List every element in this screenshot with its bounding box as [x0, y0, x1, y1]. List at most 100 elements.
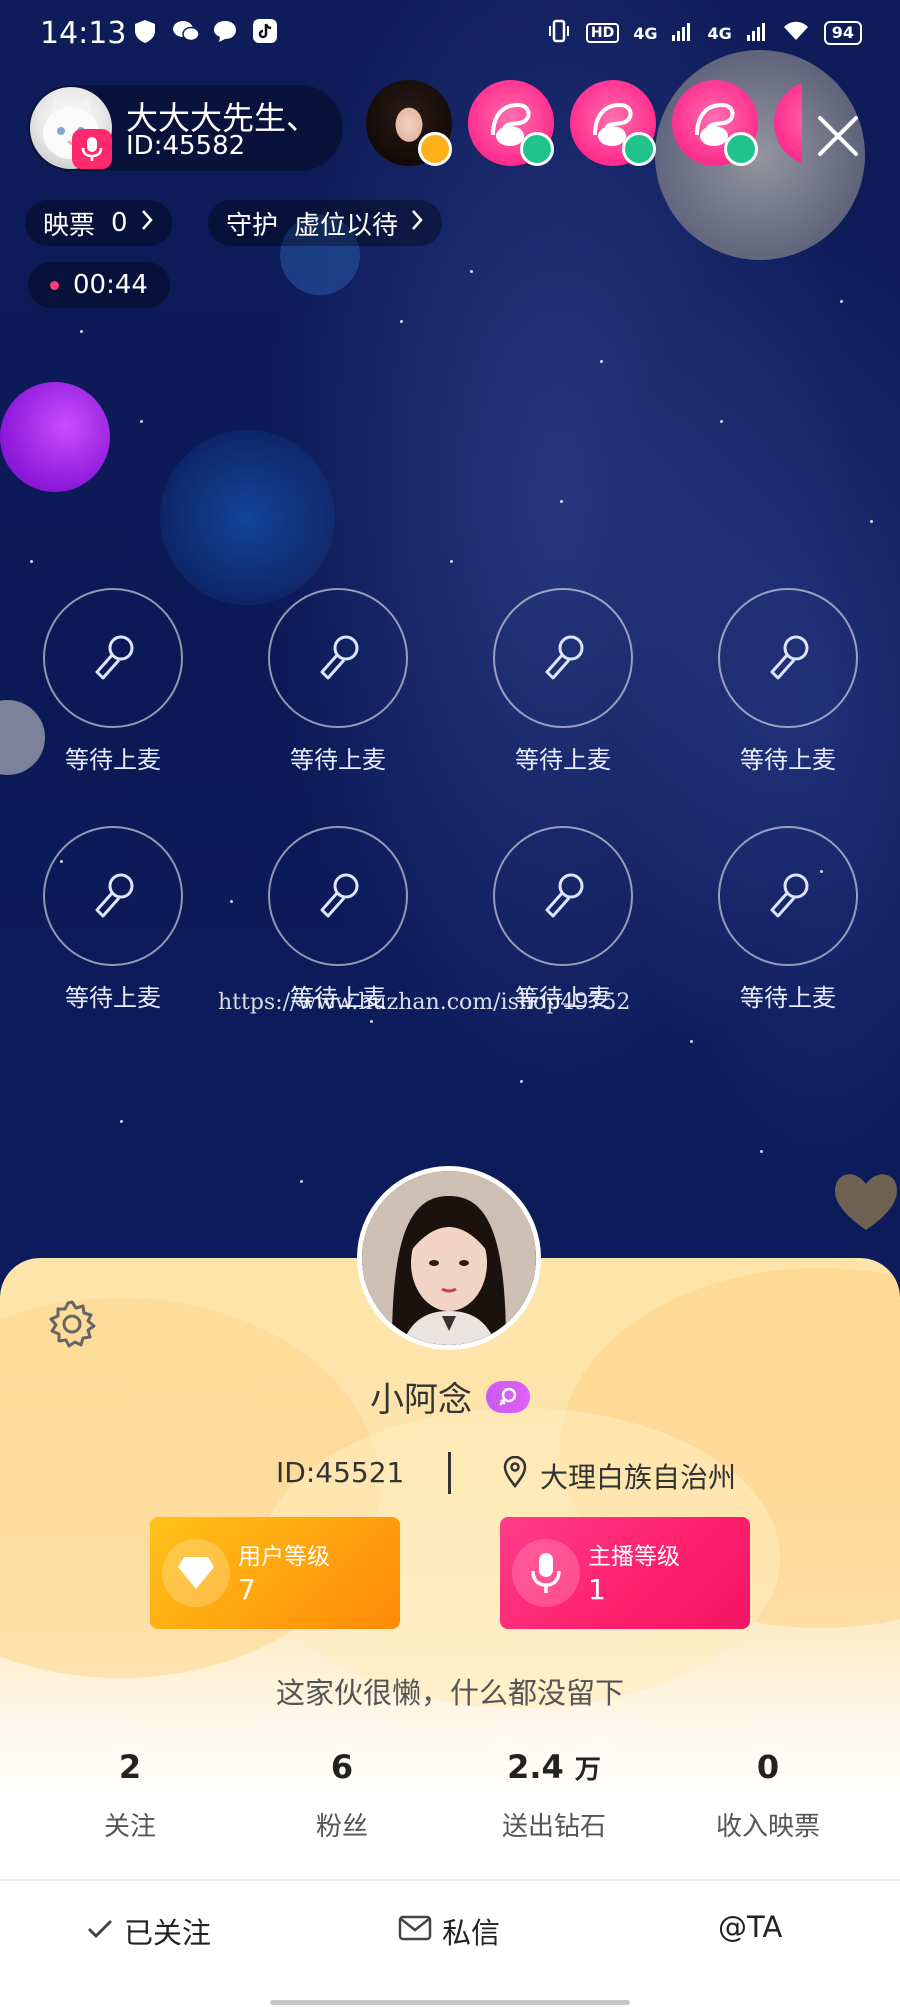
message-label: 私信 [442, 1916, 501, 1950]
gear-icon[interactable] [46, 1298, 98, 1350]
profile-name-row: 小阿念 [0, 1372, 900, 1421]
location-pin-icon [502, 1455, 528, 1489]
mic-seat[interactable]: 等待上麦 [268, 588, 408, 774]
signal-icon [746, 20, 768, 46]
guard-pill[interactable]: 守护 虚位以待 [208, 200, 443, 246]
envelope-icon [398, 1914, 432, 1949]
microphone-icon [95, 873, 134, 918]
live-timer: 00:44 [28, 262, 170, 308]
stat-value: 6 [330, 1748, 354, 1786]
mic-seat-circle[interactable] [43, 826, 183, 966]
mic-icon [72, 129, 112, 169]
mic-seat-circle[interactable] [43, 588, 183, 728]
checkmark-icon [86, 1914, 114, 1948]
mention-label: @TA [718, 1910, 783, 1944]
host-level-value: 1 [588, 1573, 606, 1606]
timer-text: 00:44 [73, 270, 148, 300]
mic-seat[interactable]: 等待上麦 [493, 588, 633, 774]
microphone-icon [545, 873, 584, 918]
guard-value: 虚位以待 [294, 210, 399, 241]
message-icon [212, 18, 238, 44]
stat-label: 收入映票 [715, 1812, 820, 1842]
audience-list[interactable] [366, 80, 802, 172]
stat-tickets-earned[interactable]: 0 收入映票 [668, 1748, 868, 1843]
microphone-icon [770, 635, 809, 680]
vibrate-icon [546, 18, 572, 48]
ticket-value: 0 [111, 208, 128, 238]
watermark-text: https://www.huzhan.com/ishop49752 [218, 990, 631, 1015]
heart-icon[interactable] [828, 1162, 900, 1238]
follow-button[interactable]: 已关注 [86, 1910, 211, 1952]
moon-badge-icon [724, 132, 758, 166]
stat-label: 粉丝 [315, 1812, 368, 1842]
profile-name: 小阿念 [370, 1380, 472, 1420]
tiktok-icon [252, 18, 278, 44]
chevron-right-icon [410, 208, 424, 239]
host-level-card[interactable]: 主播等级 1 [500, 1517, 750, 1629]
status-bar: 14:13 HD 4G 4G 94 [0, 0, 900, 70]
profile-actions: 已关注 私信 @TA [0, 1898, 900, 1968]
host-info-capsule[interactable]: 大大大先生、 ID:45582 [28, 85, 343, 171]
user-level-card[interactable]: 用户等级 7 [150, 1517, 400, 1629]
stat-fans[interactable]: 6 粉丝 [242, 1748, 442, 1843]
mic-seat-circle[interactable] [493, 826, 633, 966]
status-system-icons: HD 4G 4G 94 [546, 18, 862, 48]
user-level-label: 用户等级 [238, 1544, 330, 1570]
stat-unit: 万 [574, 1755, 601, 1785]
ticket-label: 映票 [43, 210, 96, 241]
wechat-icon [172, 18, 200, 44]
decor-orb [0, 382, 110, 492]
mic-seat-circle[interactable] [718, 588, 858, 728]
home-indicator[interactable] [270, 2000, 630, 2005]
mic-seat[interactable]: 等待上麦 [718, 826, 858, 1012]
profile-id-row: ID:45521 大理白族自治州 [0, 1450, 900, 1500]
audience-avatar[interactable] [774, 80, 802, 166]
divider [448, 1452, 451, 1494]
mic-seat-label: 等待上麦 [290, 746, 386, 774]
microphone-icon [320, 873, 359, 918]
mic-seat[interactable]: 等待上麦 [43, 588, 183, 774]
mic-seat-circle[interactable] [268, 588, 408, 728]
status-notification-icons [132, 18, 278, 44]
mic-seat[interactable]: 等待上麦 [43, 826, 183, 1012]
microphone-icon [545, 635, 584, 680]
moon-badge-icon [520, 132, 554, 166]
mic-seat[interactable]: 等待上麦 [493, 826, 633, 1012]
profile-stats: 2 关注 6 粉丝 2.4 万 送出钻石 0 收入映票 [0, 1748, 900, 1858]
profile-avatar[interactable] [357, 1166, 541, 1350]
divider [0, 1879, 900, 1881]
signal-icon [671, 20, 693, 46]
battery-level: 94 [823, 21, 862, 45]
mic-seat-circle[interactable] [268, 826, 408, 966]
guard-label: 守护 [226, 210, 279, 241]
mic-seat-circle[interactable] [493, 588, 633, 728]
diamond-badge-icon [418, 132, 452, 166]
microphone-icon [95, 635, 134, 680]
profile-id: ID:45521 [276, 1456, 405, 1489]
net-label-2: 4G [707, 23, 732, 43]
mic-seat[interactable]: 等待上麦 [268, 826, 408, 1012]
microphone-icon [320, 635, 359, 680]
close-icon[interactable] [810, 108, 866, 164]
mention-button[interactable]: @TA [718, 1910, 782, 1944]
follow-label: 已关注 [124, 1916, 212, 1950]
stat-label: 关注 [103, 1812, 156, 1842]
mic-seat[interactable]: 等待上麦 [718, 588, 858, 774]
status-time: 14:13 [40, 16, 127, 51]
host-level-label: 主播等级 [588, 1544, 680, 1570]
user-level-value: 7 [238, 1573, 256, 1606]
recording-dot [50, 280, 59, 290]
microphone-icon [770, 873, 809, 918]
profile-bio: 这家伙很懒，什么都没留下 [275, 1676, 624, 1710]
mic-seat-circle[interactable] [718, 826, 858, 966]
mic-seat-label: 等待上麦 [65, 746, 161, 774]
stat-diamonds-sent[interactable]: 2.4 万 送出钻石 [454, 1748, 654, 1843]
hd-label: HD [585, 23, 620, 43]
net-label-1: 4G [633, 23, 658, 43]
wifi-icon [782, 20, 810, 46]
mic-seat-label: 等待上麦 [65, 984, 161, 1012]
ticket-pill[interactable]: 映票 0 [25, 200, 172, 246]
mic-seat-label: 等待上麦 [740, 746, 836, 774]
message-button[interactable]: 私信 [398, 1910, 500, 1952]
stat-following[interactable]: 2 关注 [30, 1748, 230, 1843]
